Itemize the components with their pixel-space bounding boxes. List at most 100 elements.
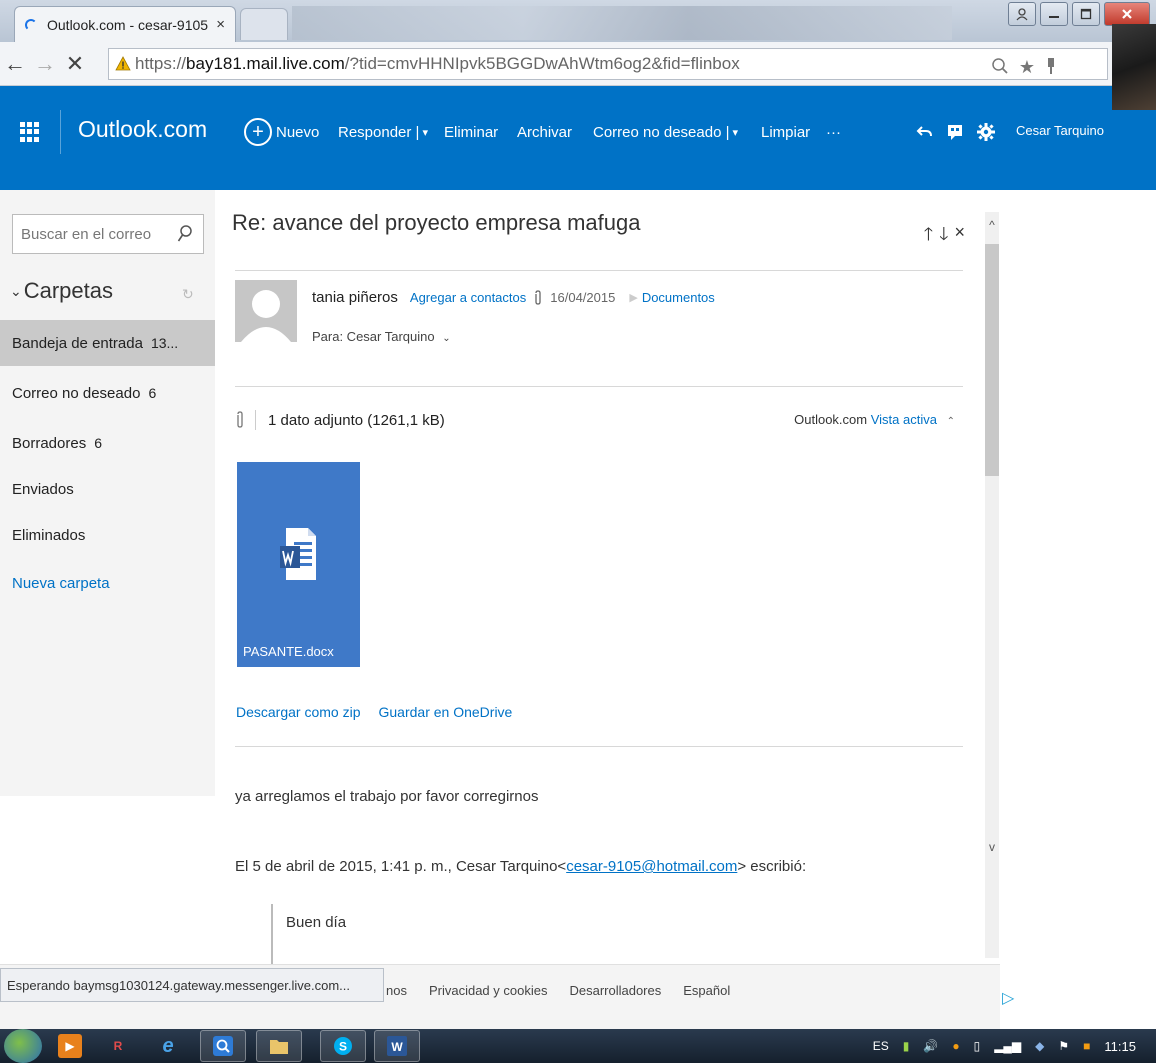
taskbar-word-app[interactable]: W	[374, 1030, 420, 1062]
folder-sent[interactable]: Enviados	[0, 466, 215, 512]
folder-junk[interactable]: Correo no deseado 6	[0, 370, 215, 416]
divider	[235, 270, 963, 271]
url-field[interactable]: https://bay181.mail.live.com/?tid=cmvHHN…	[108, 48, 1108, 80]
view-prefix: Outlook.com	[794, 412, 868, 427]
folders-title: Carpetas	[23, 278, 114, 303]
tab-close-icon[interactable]: ×	[216, 16, 225, 33]
reply-button[interactable]: Responder | ▾	[338, 110, 428, 154]
junk-button[interactable]: Correo no deseado | ▾	[593, 110, 738, 154]
power-icon[interactable]: ▯	[974, 1039, 981, 1053]
message-date: 16/04/2015	[550, 290, 616, 305]
folders-header[interactable]: ⌄ Carpetas	[10, 278, 113, 304]
footer-link[interactable]: Privacidad y cookies	[429, 983, 548, 998]
stop-icon[interactable]: ✕	[60, 51, 90, 77]
new-button[interactable]: + Nuevo	[244, 110, 319, 154]
scroll-up-icon[interactable]: ^	[985, 218, 999, 232]
taskbar-explorer-app[interactable]	[256, 1030, 302, 1062]
reply-label: Responder |	[338, 123, 420, 141]
archive-button[interactable]: Archivar	[517, 110, 572, 154]
url-prefix: https://	[135, 54, 187, 73]
delete-button[interactable]: Eliminar	[444, 110, 498, 154]
maximize-button[interactable]	[1072, 2, 1100, 26]
download-zip-link[interactable]: Descargar como zip	[236, 704, 361, 720]
close-message-icon[interactable]: ×	[954, 222, 965, 252]
folder-drafts[interactable]: Borradores 6	[0, 420, 215, 466]
undo-icon[interactable]	[916, 110, 934, 154]
network-signal-icon[interactable]: ▂▄▆	[994, 1039, 1021, 1053]
chevron-down-icon[interactable]: ▾	[733, 126, 739, 139]
new-tab-button[interactable]	[240, 8, 288, 40]
action-center-flag-icon[interactable]: ⚑	[1058, 1039, 1069, 1053]
quote-intro-prefix: El 5 de abril de 2015, 1:41 p. m., Cesar…	[235, 858, 567, 875]
user-avatar[interactable]	[1112, 24, 1156, 110]
folder-deleted[interactable]: Eliminados	[0, 512, 215, 558]
messenger-icon[interactable]	[946, 110, 964, 154]
search-input[interactable]: Buscar en el correo	[12, 214, 204, 254]
extension-icon[interactable]	[1045, 57, 1057, 80]
folder-label: Enviados	[12, 480, 74, 498]
tray-orange-icon[interactable]: ●	[952, 1039, 959, 1053]
scroll-down-icon[interactable]: v	[985, 840, 999, 854]
attachment-filename: PASANTE.docx	[243, 644, 334, 659]
media-player-icon[interactable]: ▶	[58, 1034, 82, 1058]
next-message-icon[interactable]: 🡓	[939, 222, 948, 252]
tray-app-icon[interactable]: ▮	[903, 1039, 910, 1053]
active-view-link[interactable]: Vista activa	[871, 412, 937, 427]
quoted-text: Buen día	[286, 914, 347, 931]
language-indicator[interactable]: ES	[873, 1039, 889, 1053]
internet-explorer-icon[interactable]: e	[156, 1034, 180, 1058]
sender-name[interactable]: tania piñeros	[312, 289, 398, 306]
zoom-icon[interactable]	[991, 57, 1009, 80]
refresh-icon[interactable]: ↻	[182, 286, 194, 303]
clock[interactable]: 11:15	[1104, 1039, 1136, 1054]
sweep-button[interactable]: Limpiar	[761, 110, 810, 154]
new-folder-link[interactable]: Nueva carpeta	[0, 560, 215, 606]
previous-message-icon[interactable]: 🡑	[924, 222, 933, 252]
url-actions: ★	[991, 57, 1057, 80]
user-profile-icon[interactable]	[1008, 2, 1036, 26]
chevron-down-icon[interactable]: ⌄	[442, 333, 450, 344]
close-window-button[interactable]	[1104, 2, 1150, 26]
footer-link[interactable]: Español	[683, 983, 730, 998]
back-arrow-icon[interactable]: ←	[0, 51, 30, 77]
footer-link[interactable]: Desarrolladores	[569, 983, 661, 998]
scroll-thumb[interactable]	[985, 244, 999, 476]
ad-choices-icon[interactable]: ▷	[1002, 988, 1014, 1008]
bookmark-star-icon[interactable]: ★	[1019, 57, 1035, 80]
search-icon[interactable]	[177, 224, 193, 244]
attachment-tile[interactable]: PASANTE.docx	[237, 462, 360, 667]
browser-tab[interactable]: Outlook.com - cesar-9105 ×	[14, 6, 236, 42]
forward-arrow-icon[interactable]: →	[30, 51, 60, 77]
taskbar-search-app[interactable]	[200, 1030, 246, 1062]
category-link[interactable]: Documentos	[642, 290, 715, 305]
save-onedrive-link[interactable]: Guardar en OneDrive	[379, 704, 513, 720]
attachment-summary: 1 dato adjunto (1261,1 kB)	[268, 411, 445, 429]
outlook-brand[interactable]: Outlook.com	[78, 116, 207, 143]
recipient-line[interactable]: Para: Cesar Tarquino ⌄	[312, 329, 451, 344]
gear-icon[interactable]	[976, 110, 996, 154]
folder-inbox[interactable]: Bandeja de entrada 13...	[0, 320, 215, 366]
loading-spinner-icon	[25, 18, 37, 31]
chevron-up-icon[interactable]: ⌃	[947, 416, 955, 427]
minimize-button[interactable]	[1040, 2, 1068, 26]
tray-update-icon[interactable]: ■	[1083, 1039, 1090, 1053]
folder-label: Borradores	[12, 434, 87, 452]
folder-label: Bandeja de entrada	[12, 334, 143, 352]
quoted-email-link[interactable]: cesar-9105@hotmail.com	[566, 858, 737, 875]
add-contact-link[interactable]: Agregar a contactos	[410, 290, 526, 305]
attachment-view-options: Outlook.com Vista activa ⌃	[794, 412, 955, 427]
network-icon[interactable]: ◆	[1035, 1039, 1044, 1053]
chevron-down-icon[interactable]: ▾	[422, 126, 428, 139]
divider	[235, 386, 963, 387]
browser-status-bar: Esperando baymsg1030124.gateway.messenge…	[0, 968, 384, 1002]
start-button-icon[interactable]	[4, 1029, 42, 1063]
volume-icon[interactable]: 🔊	[923, 1039, 938, 1053]
remote-app-icon[interactable]: R	[106, 1034, 130, 1058]
more-button[interactable]: ···	[826, 110, 841, 154]
app-launcher-icon[interactable]	[20, 122, 40, 142]
warning-lock-icon	[115, 56, 131, 71]
footer-link[interactable]: nos	[386, 983, 407, 998]
user-name[interactable]: Cesar Tarquino	[1016, 123, 1104, 138]
divider	[235, 746, 963, 747]
taskbar-skype-app[interactable]: S	[320, 1030, 366, 1062]
